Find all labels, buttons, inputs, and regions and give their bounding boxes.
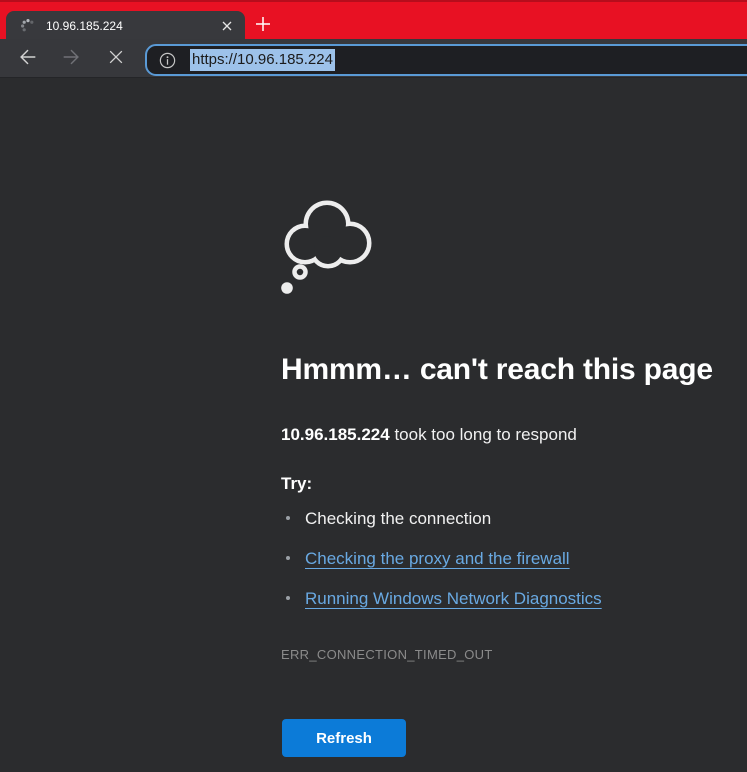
error-host: 10.96.185.224 [281,425,390,444]
plus-icon [254,15,272,38]
url-text-selected[interactable]: https://10.96.185.224 [190,49,335,71]
back-button[interactable] [15,46,41,72]
proxy-firewall-link[interactable]: Checking the proxy and the firewall [305,549,570,568]
address-bar[interactable]: https://10.96.185.224 [145,44,747,76]
suggestion-item: Checking the connection [281,509,602,527]
browser-toolbar: https://10.96.185.224 [0,39,747,78]
thought-cloud-icon [280,199,374,297]
info-icon[interactable] [158,51,177,70]
forward-arrow-icon [60,46,82,73]
error-code: ERR_CONNECTION_TIMED_OUT [281,647,493,662]
suggestion-text: Checking the connection [305,509,491,528]
suggestion-item: Checking the proxy and the firewall [281,549,602,567]
forward-button[interactable] [58,46,84,72]
try-label: Try: [281,474,312,494]
loading-spinner-icon [20,18,36,34]
new-tab-button[interactable] [252,15,274,37]
stop-button[interactable] [103,46,129,72]
tab-close-icon[interactable] [218,17,236,35]
error-subtitle: 10.96.185.224 took too long to respond [281,425,577,445]
refresh-button[interactable]: Refresh [282,719,406,757]
browser-tab[interactable]: 10.96.185.224 [6,11,245,41]
suggestion-item: Running Windows Network Diagnostics [281,589,602,607]
back-arrow-icon [17,46,39,73]
suggestion-list: Checking the connection Checking the pro… [281,509,602,629]
window-frame: 10.96.185.224 [0,0,747,39]
tab-title: 10.96.185.224 [46,19,218,33]
error-page-title: Hmmm… can't reach this page [281,353,713,387]
error-subtitle-text: took too long to respond [390,425,577,444]
stop-x-icon [106,47,126,72]
network-diagnostics-link[interactable]: Running Windows Network Diagnostics [305,589,602,608]
